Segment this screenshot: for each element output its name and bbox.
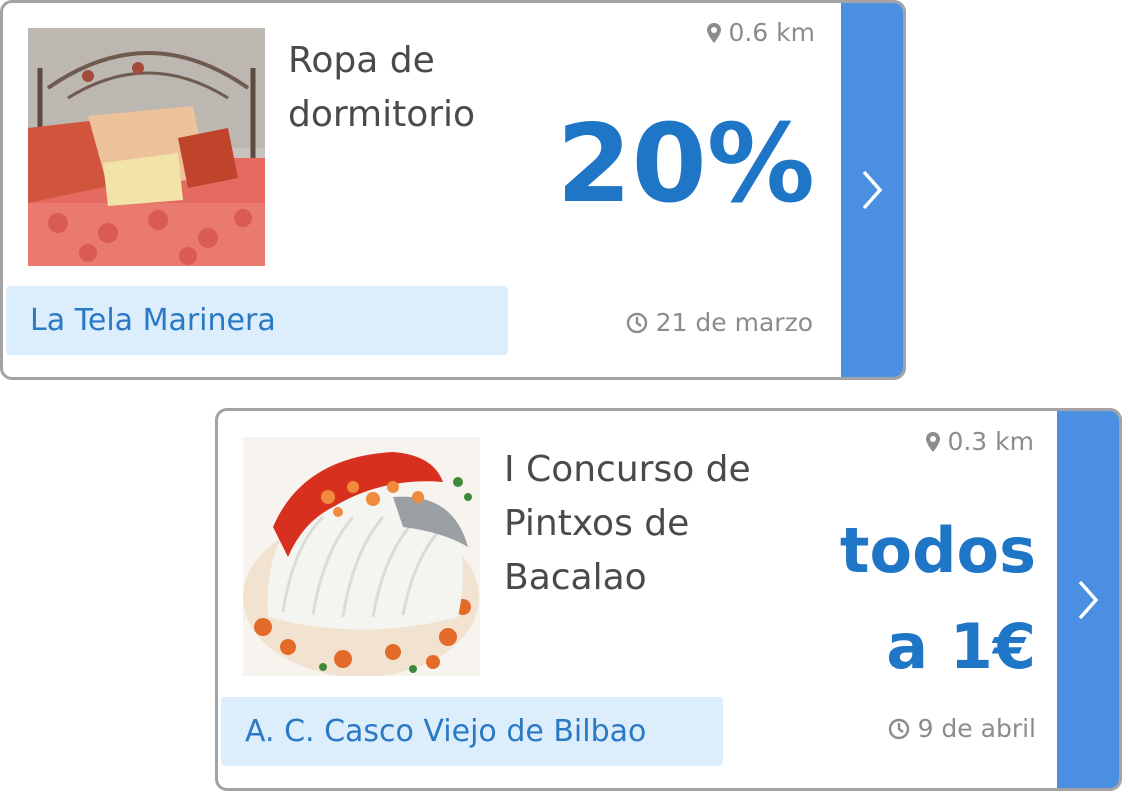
deal-card[interactable]: Ropa de dormitorio 0.6 km 20% 21 de marz…: [0, 0, 906, 380]
date-label: 21 de marzo: [626, 308, 813, 338]
distance-label: 0.3 km: [925, 427, 1034, 457]
merchant-name[interactable]: A. C. Casco Viejo de Bilbao: [221, 697, 723, 766]
date-value: 9 de abril: [917, 714, 1036, 743]
distance-label: 0.6 km: [706, 18, 815, 48]
distance-value: 0.3 km: [947, 427, 1034, 456]
location-pin-icon: [707, 23, 722, 43]
bedding-image: [28, 28, 265, 266]
deal-title: Ropa de dormitorio: [288, 40, 476, 135]
open-deal-button[interactable]: [841, 3, 903, 377]
deal-title: I Concurso de Pintxos de Bacalao: [504, 449, 751, 598]
deal-card[interactable]: I Concurso de Pintxos de Bacalao 0.3 km …: [215, 408, 1122, 791]
date-label: 9 de abril: [888, 714, 1036, 744]
merchant-name[interactable]: La Tela Marinera: [6, 286, 508, 355]
open-deal-button[interactable]: [1057, 411, 1119, 788]
offer-value: todos a 1€: [839, 514, 1036, 683]
clock-icon: [626, 312, 647, 334]
chevron-right-icon: [862, 170, 883, 210]
distance-value: 0.6 km: [728, 18, 815, 47]
cod-dish-image: [243, 437, 480, 676]
location-pin-icon: [926, 432, 941, 452]
chevron-right-icon: [1078, 580, 1099, 619]
offer-value: 20%: [556, 102, 815, 227]
clock-icon: [888, 718, 909, 740]
date-value: 21 de marzo: [655, 308, 813, 337]
